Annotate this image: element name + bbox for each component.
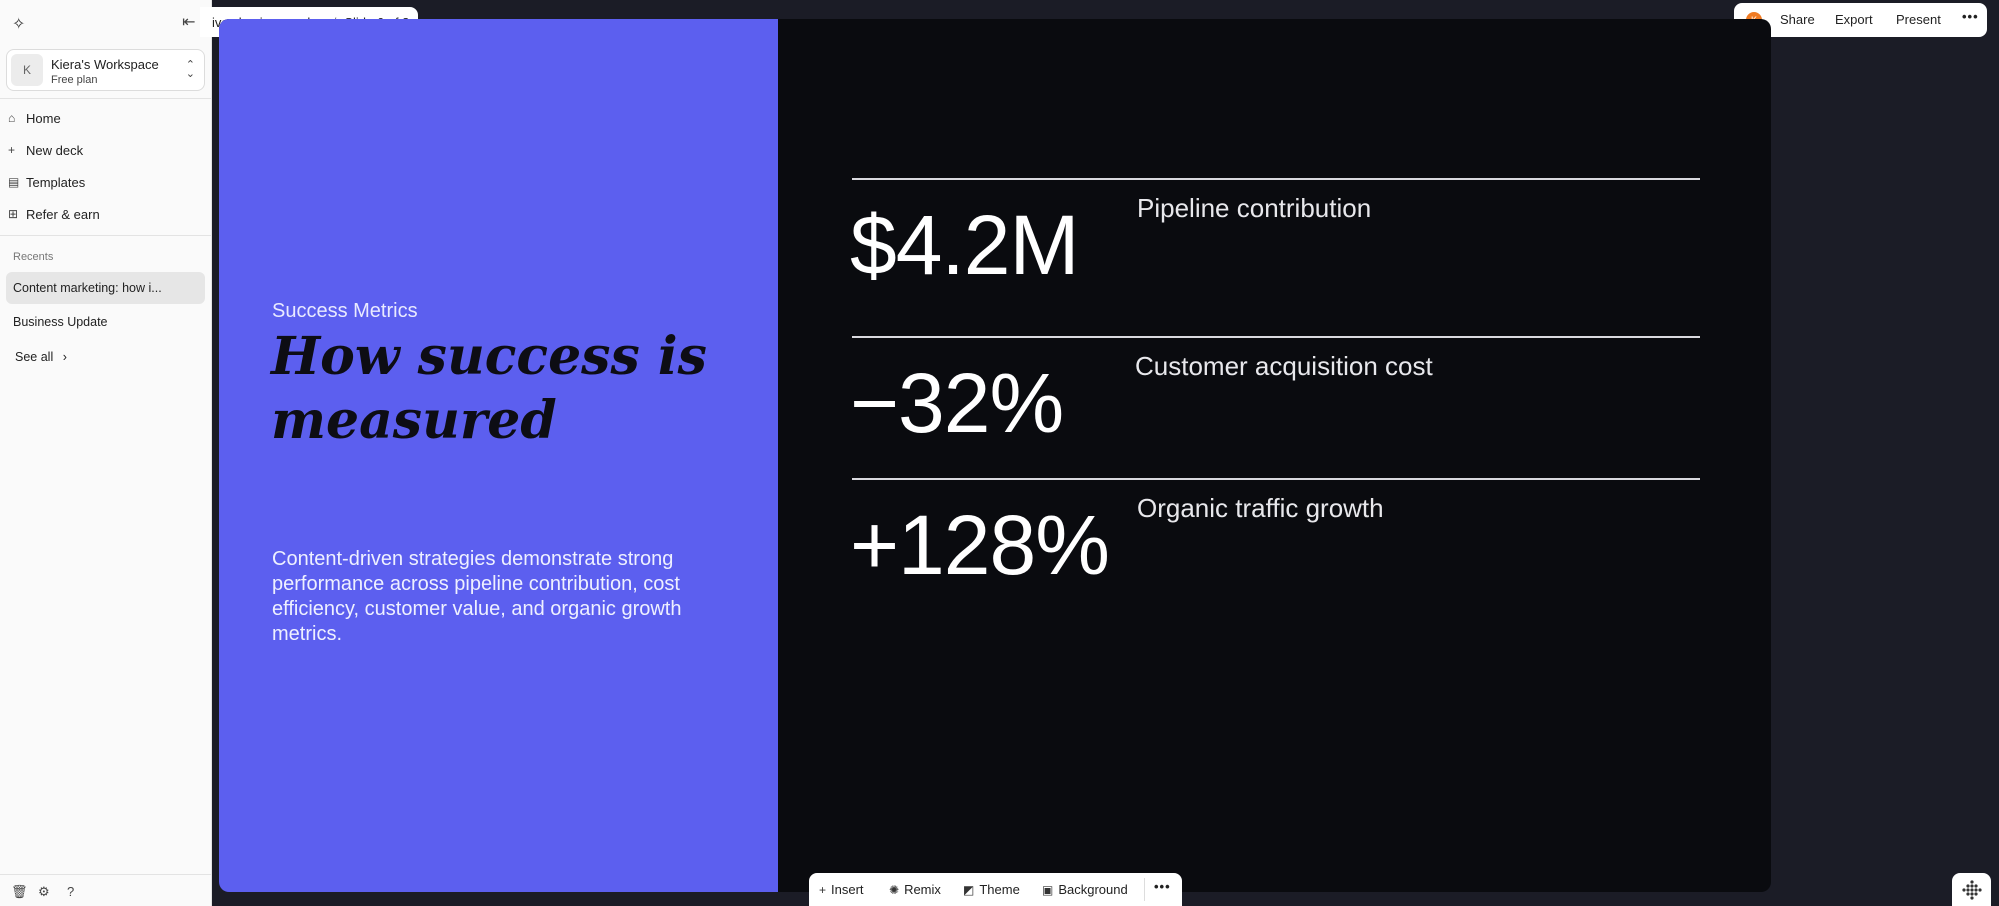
templates-icon: ▤ bbox=[8, 175, 20, 189]
share-button[interactable]: Share bbox=[1780, 12, 1815, 27]
sidebar-item-home[interactable]: ⌂ Home bbox=[8, 106, 61, 130]
sidebar: ✧ ⇤ K Kiera's Workspace Free plan ⌃ ⌄ ⌂ H… bbox=[0, 0, 212, 906]
help-icon[interactable]: ? bbox=[67, 884, 74, 899]
background-icon: ▣ bbox=[1042, 882, 1054, 897]
chevron-right-icon: › bbox=[62, 350, 67, 364]
theme-label: Theme bbox=[979, 882, 1020, 897]
recent-item[interactable]: Business Update bbox=[6, 306, 205, 338]
sidebar-footer: 🗑 ⚙ ? bbox=[0, 874, 211, 906]
bottom-toolbar: + Insert ✺ Remix ◩ Theme ▣ Background ••… bbox=[809, 873, 1182, 906]
sidebar-item-templates[interactable]: ▤ Templates bbox=[8, 170, 85, 194]
sparkle-logo-icon[interactable]: ✧ bbox=[12, 14, 25, 34]
workspace-avatar: K bbox=[11, 54, 43, 86]
recents-heading: Recents bbox=[13, 251, 54, 263]
gift-icon: ⊞ bbox=[8, 207, 19, 221]
divider bbox=[1144, 878, 1145, 901]
sidebar-item-label: Home bbox=[26, 110, 61, 126]
collapse-sidebar-icon[interactable]: ⇤ bbox=[182, 12, 195, 32]
sidebar-item-label: Templates bbox=[26, 174, 86, 190]
theme-icon: ◩ bbox=[963, 882, 975, 897]
sidebar-item-label: Refer & earn bbox=[26, 206, 100, 222]
metric-value[interactable]: $4.2M bbox=[850, 197, 1079, 294]
sidebar-item-label: New deck bbox=[26, 142, 84, 158]
present-button[interactable]: Present bbox=[1896, 12, 1941, 27]
divider bbox=[852, 478, 1700, 480]
sidebar-header: ✧ ⇤ bbox=[0, 0, 211, 46]
theme-button[interactable]: ◩ Theme bbox=[963, 882, 1020, 897]
metric-value[interactable]: +128% bbox=[850, 497, 1110, 594]
remix-button[interactable]: ✺ Remix bbox=[889, 882, 941, 897]
export-button[interactable]: Export bbox=[1835, 12, 1873, 27]
metric-value[interactable]: −32% bbox=[850, 355, 1064, 452]
remix-label: Remix bbox=[904, 882, 941, 897]
see-all-label: See all bbox=[15, 350, 54, 364]
divider bbox=[852, 336, 1700, 338]
gear-icon[interactable]: ⚙ bbox=[38, 884, 50, 900]
grid-view-button[interactable] bbox=[1952, 873, 1991, 906]
metric-label[interactable]: Customer acquisition cost bbox=[1135, 351, 1433, 382]
slide-kicker[interactable]: Success Metrics bbox=[272, 300, 418, 323]
plus-icon: + bbox=[8, 143, 16, 157]
metric-label[interactable]: Pipeline contribution bbox=[1137, 193, 1371, 224]
insert-label: Insert bbox=[831, 882, 864, 897]
slide-headline[interactable]: How success is measured bbox=[271, 325, 731, 453]
more-options-icon[interactable]: ••• bbox=[1154, 879, 1171, 894]
divider bbox=[0, 98, 211, 99]
accent-panel: Success Metrics How success is measured … bbox=[219, 19, 778, 892]
sidebar-item-new-deck[interactable]: + New deck bbox=[8, 138, 83, 162]
workspace-name: Kiera's Workspace bbox=[51, 57, 159, 72]
top-toolbar: K Share Export Present ••• bbox=[1734, 3, 1987, 37]
divider bbox=[0, 235, 211, 236]
chevron-up-down-icon: ⌃ ⌄ bbox=[185, 59, 195, 80]
workspace-switcher[interactable]: K Kiera's Workspace Free plan ⌃ ⌄ bbox=[6, 49, 205, 91]
plus-icon: + bbox=[819, 882, 827, 897]
background-button[interactable]: ▣ Background bbox=[1042, 882, 1128, 897]
slide-canvas[interactable]: Success Metrics How success is measured … bbox=[219, 19, 1771, 892]
insert-button[interactable]: + Insert bbox=[819, 882, 864, 897]
sidebar-item-refer[interactable]: ⊞ Refer & earn bbox=[8, 202, 100, 226]
see-all-link[interactable]: See all › bbox=[15, 350, 67, 364]
metric-label[interactable]: Organic traffic growth bbox=[1137, 493, 1384, 524]
remix-icon: ✺ bbox=[889, 882, 900, 897]
trash-icon[interactable]: 🗑 bbox=[11, 884, 28, 900]
home-icon: ⌂ bbox=[8, 111, 16, 125]
recent-item[interactable]: Content marketing: how i... bbox=[6, 272, 205, 304]
workspace-plan: Free plan bbox=[51, 74, 98, 86]
background-label: Background bbox=[1058, 882, 1128, 897]
grid-dots-icon bbox=[1961, 879, 1982, 900]
divider bbox=[852, 178, 1700, 180]
slide-body-text[interactable]: Content-driven strategies demonstrate st… bbox=[272, 547, 752, 647]
more-options-icon[interactable]: ••• bbox=[1962, 9, 1979, 24]
